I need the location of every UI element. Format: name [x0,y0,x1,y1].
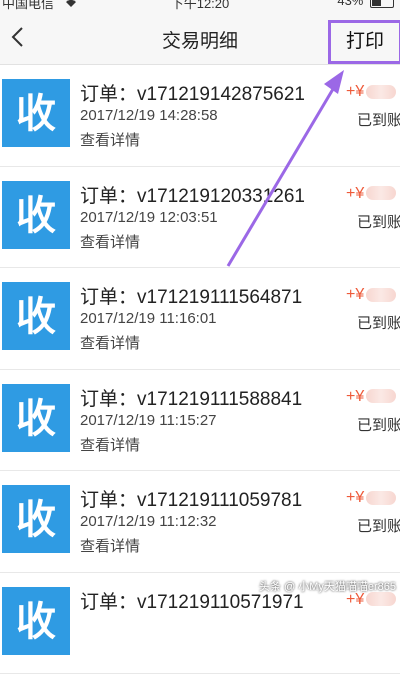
amount: +¥ [346,83,396,101]
list-item[interactable]: 收 订单：v171219111059781 2017/12/19 11:12:3… [0,471,400,573]
view-details-link[interactable]: 查看详情 [80,332,140,353]
print-button[interactable]: 打印 [328,20,400,64]
battery-icon [370,0,394,8]
svg-text:收: 收 [16,91,56,137]
order-date: 2017/12/19 11:12:32 [80,513,217,530]
order-date: 2017/12/19 11:16:01 [80,310,217,327]
chevron-left-icon [6,24,32,50]
order-number: 订单：v171219142875621 [80,79,305,106]
order-date: 2017/12/19 14:28:58 [80,107,218,124]
status-text: 已到账 [357,109,400,130]
svg-text:收: 收 [16,193,56,239]
receive-icon: 收 [2,587,70,655]
amount-text: +¥ [346,489,364,506]
nav-bar: 交易明细 打印 [0,12,400,65]
amount: +¥ [346,185,396,203]
receive-icon: 收 [2,79,70,147]
list-item[interactable]: 收 订单：v171219142875621 2017/12/19 14:28:5… [0,65,400,167]
view-details-link[interactable]: 查看详情 [80,535,140,556]
status-bar: 中国电信 下午12:20 43% [0,0,400,12]
amount-text: +¥ [346,83,364,100]
amount-text: +¥ [346,388,364,405]
status-text: 已到账 [357,414,400,435]
blurred-amount [366,389,396,403]
order-number: 订单：v171219120331261 [80,181,305,208]
order-date: 2017/12/19 11:15:27 [80,412,217,429]
svg-text:收: 收 [16,396,56,442]
amount-text: +¥ [346,286,364,303]
order-number: 订单：v171219111059781 [80,485,302,512]
watermark: 头条 @ 小My天猫喵喵er865 [259,578,396,594]
svg-text:收: 收 [16,294,56,340]
order-number: 订单：v171219111564871 [80,282,302,309]
list-item[interactable]: 收 订单：v171219120331261 2017/12/19 12:03:5… [0,167,400,269]
back-button[interactable] [6,24,32,50]
blurred-amount [366,186,396,200]
view-details-link[interactable]: 查看详情 [80,129,140,150]
order-number: 订单：v171219111588841 [80,384,302,411]
battery-level [372,0,381,6]
svg-text:收: 收 [16,599,56,645]
status-text: 已到账 [357,312,400,333]
receive-icon: 收 [2,485,70,553]
blurred-amount [366,491,396,505]
amount: +¥ [346,388,396,406]
view-details-link[interactable]: 查看详情 [80,231,140,252]
blurred-amount [366,85,396,99]
receive-icon: 收 [2,384,70,452]
blurred-amount [366,592,396,606]
battery-percent: 43% [337,0,363,8]
view-details-link[interactable]: 查看详情 [80,434,140,455]
list-item[interactable]: 收 订单：v171219111564871 2017/12/19 11:16:0… [0,268,400,370]
amount: +¥ [346,286,396,304]
receive-icon: 收 [2,181,70,249]
blurred-amount [366,288,396,302]
amount: +¥ [346,489,396,507]
receive-icon: 收 [2,282,70,350]
status-text: 已到账 [357,515,400,536]
status-text: 已到账 [357,211,400,232]
svg-text:收: 收 [16,497,56,543]
amount-text: +¥ [346,185,364,202]
order-date: 2017/12/19 12:03:51 [80,209,218,226]
status-right: 43% [337,0,394,8]
list-item[interactable]: 收 订单：v171219111588841 2017/12/19 11:15:2… [0,370,400,472]
